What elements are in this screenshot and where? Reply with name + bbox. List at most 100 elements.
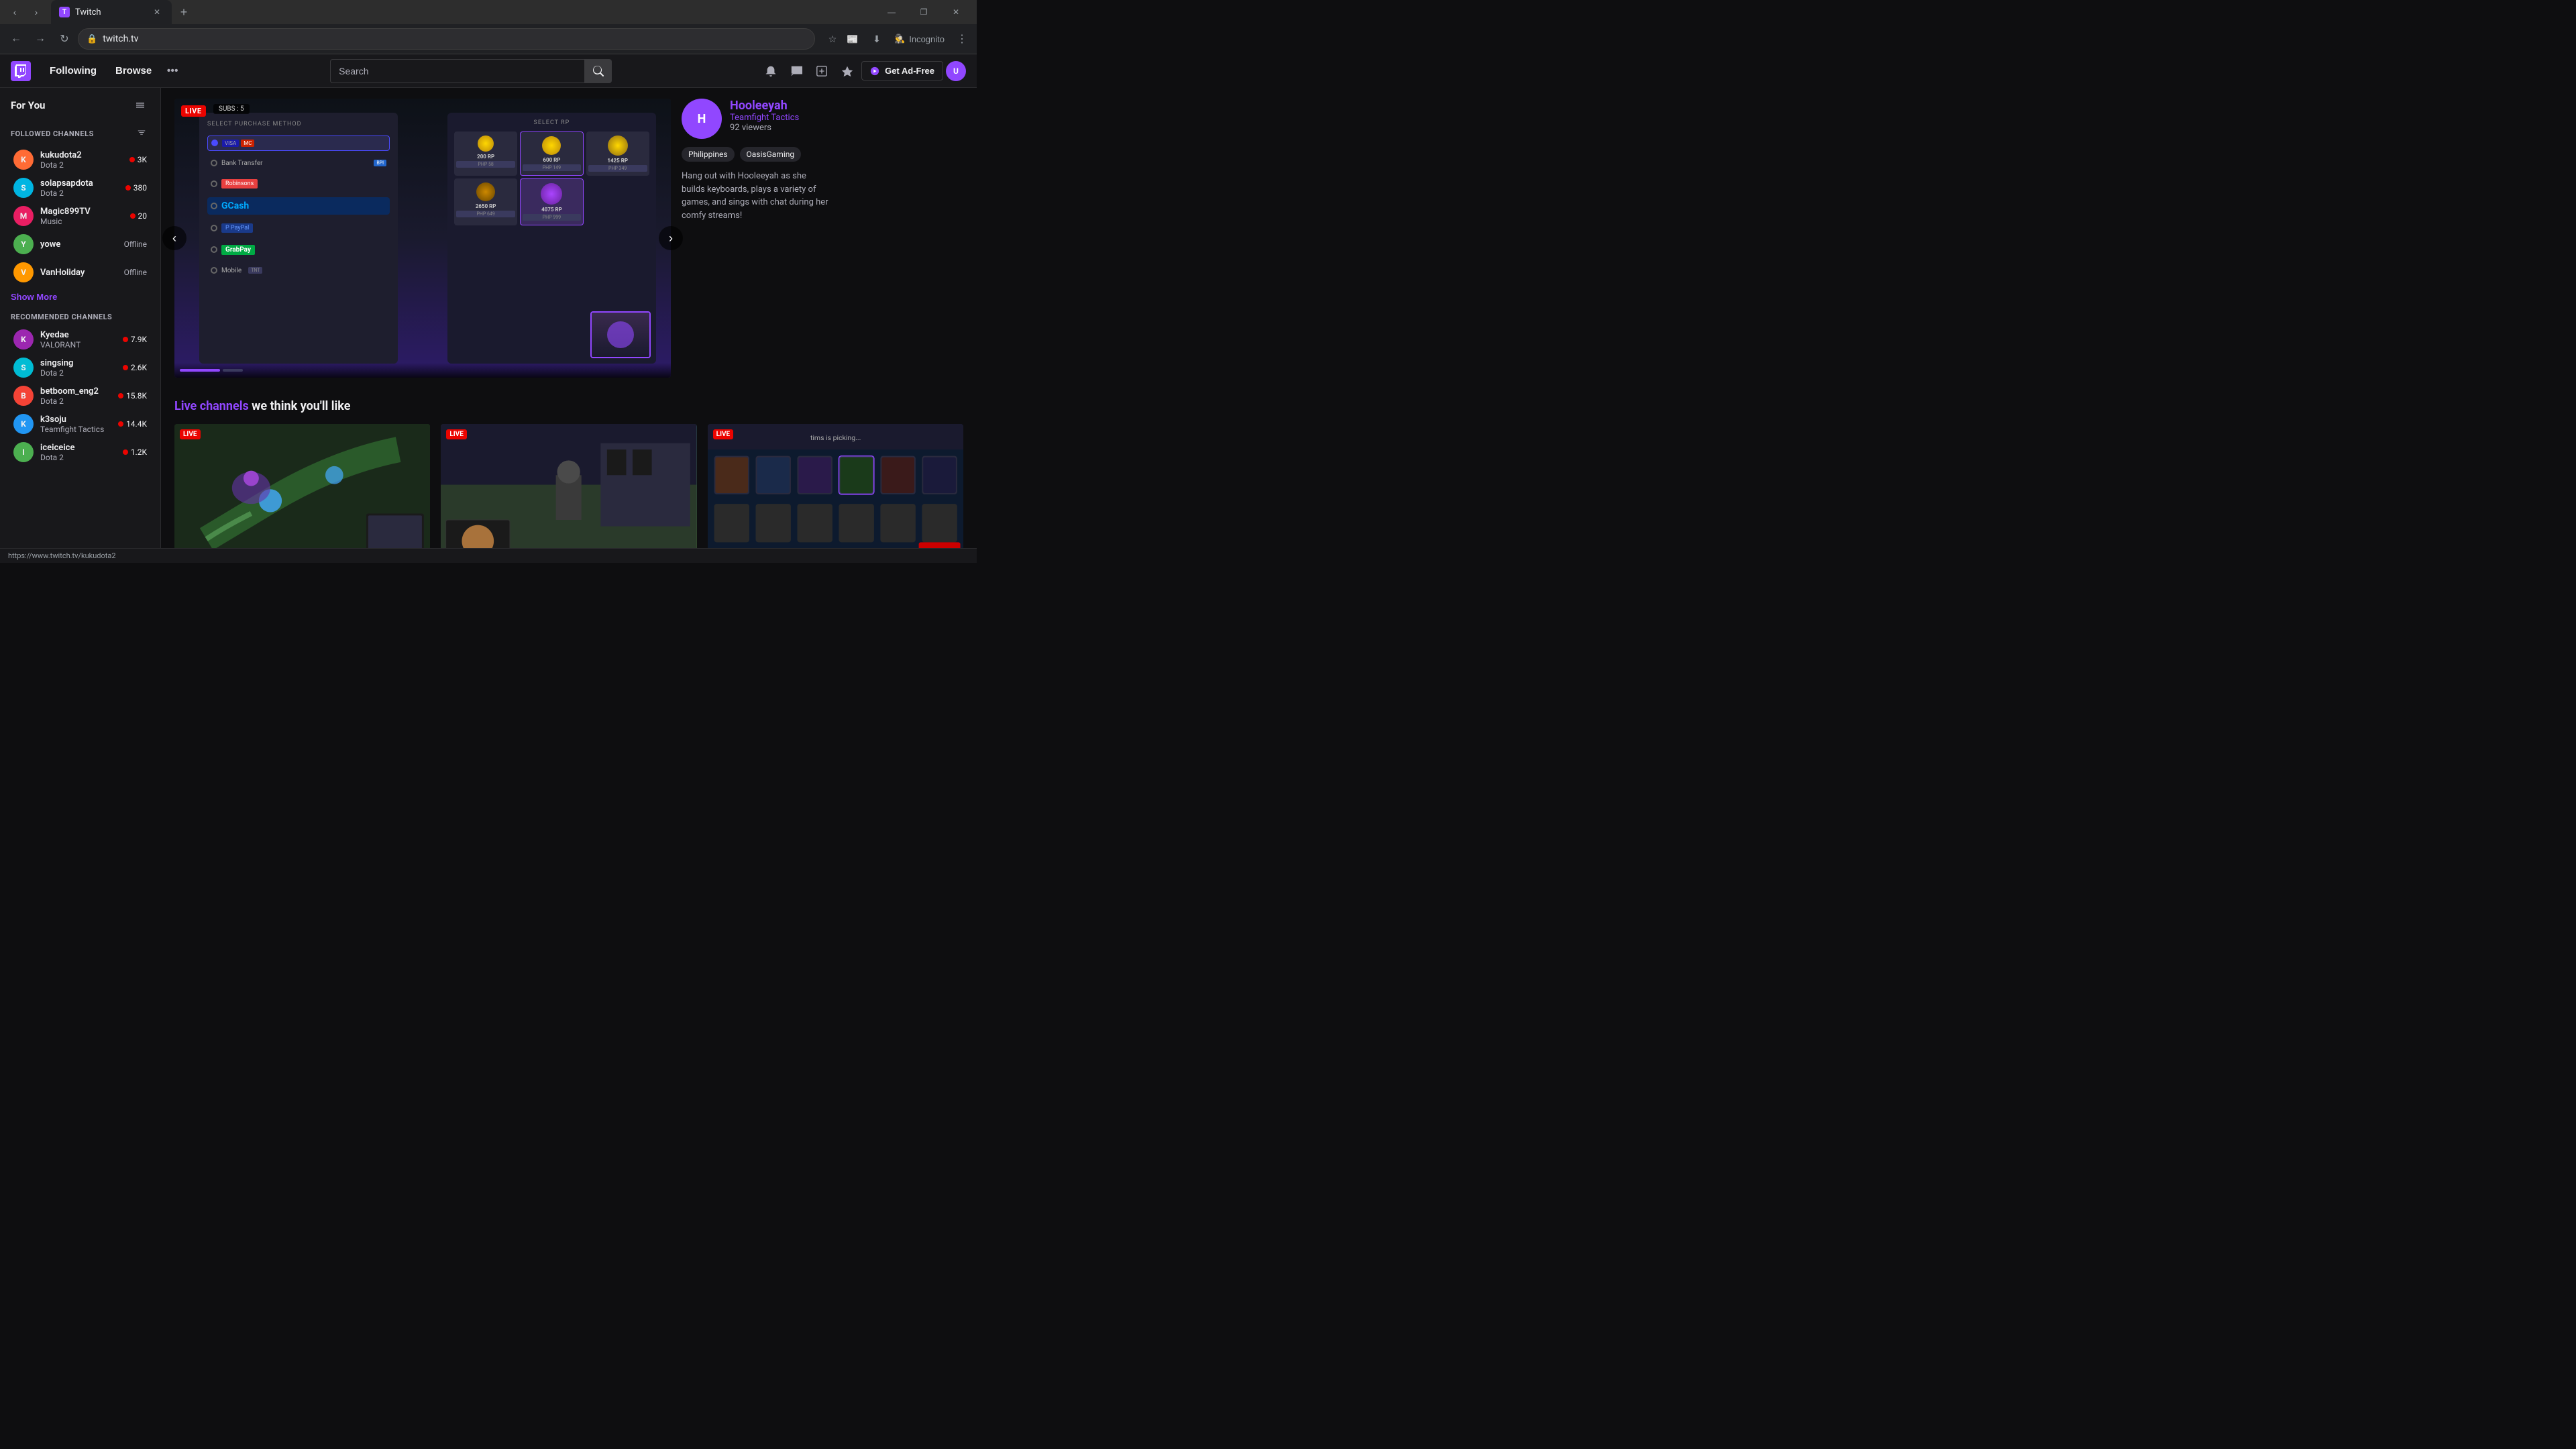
search-container (193, 59, 749, 83)
tab-close-btn[interactable]: ✕ (150, 5, 164, 19)
channel-game-solapsapdota: Dota 2 (40, 189, 119, 198)
section-title-row: Live channels we think you'll like (174, 399, 963, 413)
featured-tags: Philippines OasisGaming (682, 147, 829, 162)
channel-item-k3soju[interactable]: K k3soju Teamfight Tactics 14.4K (3, 410, 158, 438)
tag-oasisgaming[interactable]: OasisGaming (740, 147, 802, 162)
close-btn[interactable]: ✕ (941, 0, 971, 24)
browse-nav-btn[interactable]: Browse (107, 61, 160, 80)
channel-item-betboom[interactable]: B betboom_eng2 Dota 2 15.8K (3, 382, 158, 410)
channel-item-kukudota2[interactable]: K kukudota2 Dota 2 3K (3, 146, 158, 174)
user-avatar[interactable]: U (946, 61, 966, 81)
channel-name-k3soju: k3soju (40, 415, 111, 425)
reading-mode-btn[interactable]: 📰 (843, 30, 862, 48)
notifications-btn[interactable] (759, 60, 782, 83)
twitch-logo[interactable] (11, 61, 31, 81)
featured-channel-info: H Hooleeyah Teamfight Tactics 92 viewers… (682, 99, 829, 378)
channel-item-kyedae[interactable]: K Kyedae VALORANT 7.9K (3, 325, 158, 354)
browser-back-btn[interactable]: ‹ (5, 3, 24, 21)
featured-channel-name[interactable]: Hooleeyah (730, 99, 799, 113)
channel-avatar-betboom: B (13, 386, 34, 406)
downloads-btn[interactable]: ⬇ (867, 30, 886, 48)
search-box[interactable] (330, 59, 585, 83)
stream-card-0[interactable]: BLU SCALE LIVE 15.8K viewers (174, 424, 430, 548)
section-title-normal: we think you'll like (249, 399, 351, 413)
sidebar: For You FOLLOWED CHANNELS (0, 88, 161, 548)
refresh-btn[interactable]: ↻ (54, 28, 75, 50)
maximize-btn[interactable]: ❐ (908, 0, 939, 24)
channel-name-kyedae: Kyedae (40, 330, 116, 340)
channel-item-yowe[interactable]: Y yowe Offline (3, 230, 158, 258)
prev-stream-btn[interactable]: ‹ (162, 226, 186, 250)
live-dot-solapsapdota (125, 185, 131, 191)
channel-name-iceiceice: iceiceice (40, 443, 116, 453)
back-btn[interactable]: ← (5, 28, 27, 50)
header-actions: Get Ad-Free U (759, 60, 966, 83)
loot-btn[interactable] (836, 60, 859, 83)
get-ad-free-btn[interactable]: Get Ad-Free (861, 61, 943, 80)
featured-game[interactable]: Teamfight Tactics (730, 113, 799, 123)
channel-item-vanholiday[interactable]: V VanHoliday Offline (3, 258, 158, 286)
status-url: https://www.twitch.tv/kukudota2 (8, 551, 116, 560)
forward-btn[interactable]: → (30, 28, 51, 50)
channel-viewers-singsing: 2.6K (123, 363, 147, 372)
messages-btn[interactable] (785, 60, 808, 83)
channel-item-iceiceice[interactable]: I iceiceice Dota 2 1.2K (3, 438, 158, 466)
channel-game-kyedae: VALORANT (40, 340, 116, 350)
incognito-btn[interactable]: 🕵 Incognito (888, 31, 951, 47)
address-lock-icon: 🔒 (87, 34, 97, 44)
new-tab-btn[interactable]: + (174, 3, 193, 21)
for-you-title: For You (11, 99, 45, 111)
channel-name-betboom: betboom_eng2 (40, 386, 111, 396)
stream-thumbnail-2: tims is picking... (708, 424, 963, 548)
stream-card-2[interactable]: tims is picking... (708, 424, 963, 548)
address-text: twitch.tv (103, 34, 806, 44)
following-nav-btn[interactable]: Following (42, 61, 105, 80)
sort-btn[interactable] (133, 125, 150, 142)
browser-forward-btn[interactable]: › (27, 3, 46, 21)
channel-viewers-solapsapdota: 380 (125, 183, 147, 193)
channel-avatar-magic899tv: M (13, 206, 34, 226)
stream-live-badge-1: LIVE (446, 429, 467, 439)
twitch-header: Following Browse ••• (0, 54, 977, 88)
next-stream-btn[interactable]: › (659, 226, 683, 250)
tag-philippines[interactable]: Philippines (682, 147, 735, 162)
channel-item-solapsapdota[interactable]: S solapsapdota Dota 2 380 (3, 174, 158, 202)
sidebar-collapse-btn[interactable] (131, 96, 150, 115)
status-bar: https://www.twitch.tv/kukudota2 (0, 548, 977, 563)
bookmark-btn[interactable]: ☆ (823, 30, 842, 48)
recommended-channels-header: RECOMMENDED CHANNELS (0, 307, 160, 325)
channel-info-magic899tv: Magic899TV Music (40, 207, 123, 226)
stream-card-1[interactable]: LIVE 7.9K viewers (441, 424, 696, 548)
channel-info-kukudota2: kukudota2 Dota 2 (40, 150, 123, 170)
channel-info-k3soju: k3soju Teamfight Tactics (40, 415, 111, 434)
featured-section: ‹ SELECT PURCHASE METHOD (174, 99, 963, 378)
channel-avatar-kyedae: K (13, 329, 34, 350)
activity-btn[interactable] (810, 60, 833, 83)
channel-avatar-k3soju: K (13, 414, 34, 434)
followed-channels-title: FOLLOWED CHANNELS (11, 129, 94, 138)
featured-video-container[interactable]: SELECT PURCHASE METHOD VISA MC (174, 99, 671, 378)
video-content: SELECT PURCHASE METHOD VISA MC (174, 99, 671, 378)
search-input[interactable] (339, 66, 576, 76)
incognito-label: Incognito (909, 34, 945, 44)
channel-name-solapsapdota: solapsapdota (40, 178, 119, 189)
header-more-btn[interactable]: ••• (162, 61, 182, 81)
search-submit-btn[interactable] (585, 59, 612, 83)
offline-text-yowe: Offline (124, 239, 147, 249)
live-dot-kyedae (123, 337, 128, 342)
channel-game-kukudota2: Dota 2 (40, 160, 123, 170)
show-more-btn[interactable]: Show More (0, 286, 160, 307)
channel-game-betboom: Dota 2 (40, 396, 111, 406)
featured-avatar[interactable]: H (682, 99, 722, 139)
channel-item-magic899tv[interactable]: M Magic899TV Music 20 (3, 202, 158, 230)
stream-thumbnail-1: LIVE 7.9K viewers (441, 424, 696, 548)
active-tab[interactable]: T Twitch ✕ (51, 0, 172, 24)
minimize-btn[interactable]: — (876, 0, 907, 24)
channel-viewers-kukudota2: 3K (129, 155, 147, 164)
more-options-btn[interactable]: ⋮ (953, 30, 971, 48)
address-bar[interactable]: 🔒 twitch.tv (78, 28, 815, 50)
stream-live-badge-0: LIVE (180, 429, 201, 439)
svg-text:tims is picking...: tims is picking... (810, 433, 861, 442)
channel-item-singsing[interactable]: S singsing Dota 2 2.6K (3, 354, 158, 382)
followed-channels-header: FOLLOWED CHANNELS (0, 120, 160, 146)
